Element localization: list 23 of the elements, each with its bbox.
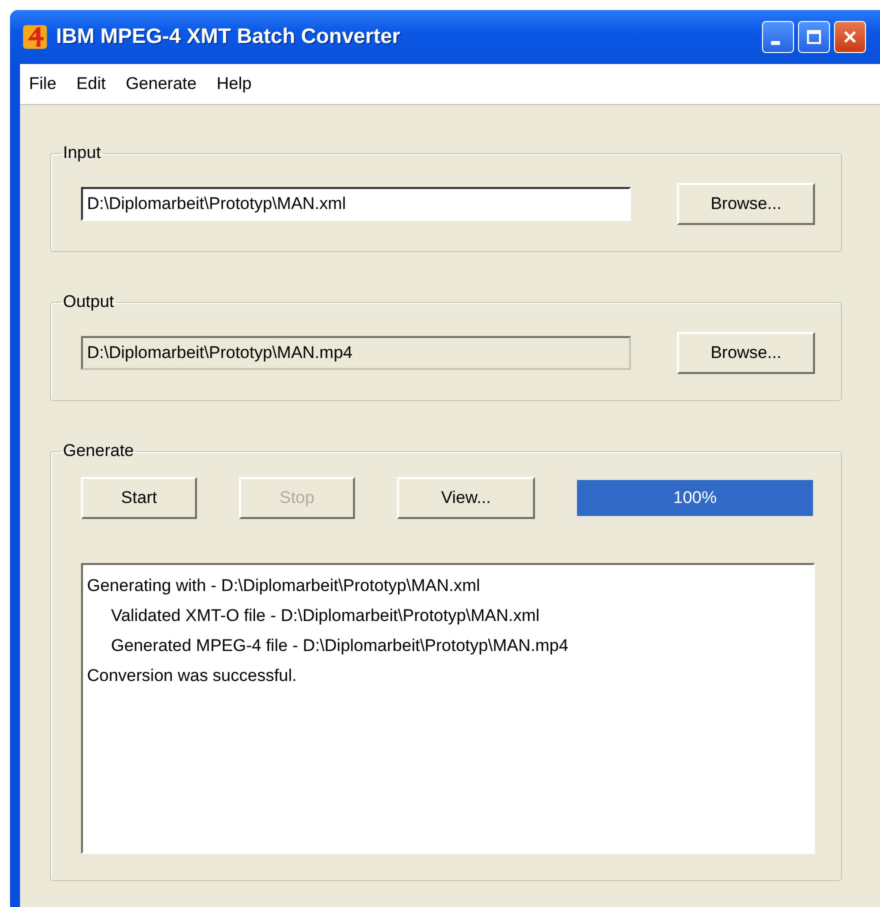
minimize-button[interactable]	[762, 21, 794, 53]
action-button[interactable]: View...	[397, 477, 535, 519]
maximize-icon	[804, 27, 824, 47]
maximize-button[interactable]	[798, 21, 830, 53]
group-label: Generate	[62, 441, 135, 461]
menu-item[interactable]: File	[20, 74, 68, 94]
action-button[interactable]: Start	[81, 477, 197, 519]
browse-button[interactable]: Browse...	[677, 183, 815, 225]
log-line: Validated XMT-O file - D:\Diplomarbeit\Prototyp\MAN.xml	[110, 605, 541, 627]
path-field[interactable]: D:\Diplomarbeit\Prototyp\MAN.xml	[81, 187, 631, 221]
minimize-icon	[771, 41, 780, 45]
group-label: Output	[62, 292, 116, 312]
app-icon	[22, 24, 48, 50]
menu-item[interactable]: Help	[208, 74, 263, 94]
group-label: Input	[62, 143, 102, 163]
log-line: Conversion was successful.	[87, 665, 298, 687]
menu-item[interactable]: Generate	[116, 74, 208, 94]
log-line: Generating with - D:\Diplomarbeit\Prototyp\MAN.xml	[87, 575, 482, 597]
menu-item[interactable]: Edit	[67, 74, 117, 94]
progress-text: 100%	[672, 488, 718, 508]
log-line: Generated MPEG-4 file - D:\Diplomarbeit\Prototyp\MAN.mp4	[110, 635, 570, 657]
close-button[interactable]	[834, 21, 866, 53]
window-title: IBM MPEG-4 XMT Batch Converter	[56, 25, 400, 49]
